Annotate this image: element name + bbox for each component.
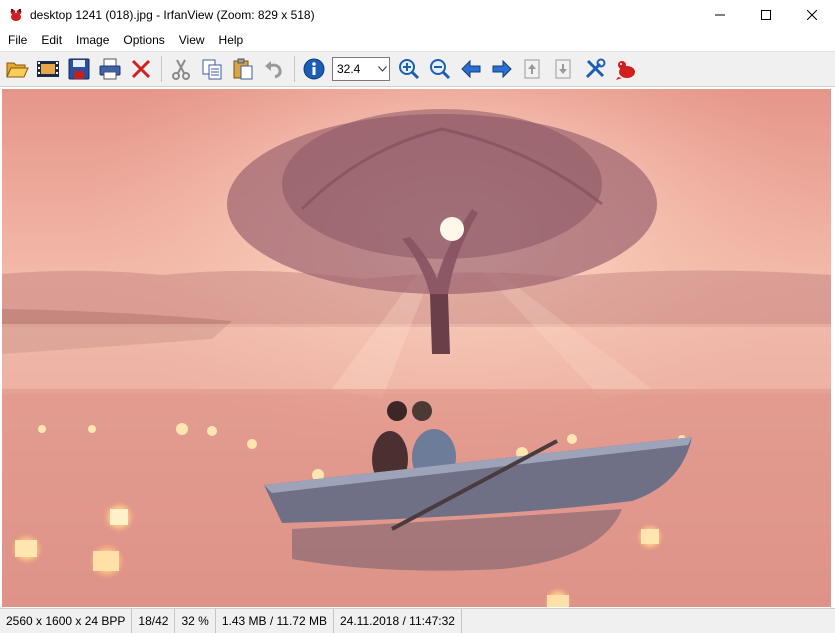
paste-button[interactable] bbox=[228, 54, 258, 84]
last-page-icon bbox=[555, 59, 571, 79]
save-icon bbox=[68, 58, 90, 80]
last-page-button[interactable] bbox=[549, 54, 579, 84]
menu-edit[interactable]: Edit bbox=[34, 30, 69, 51]
displayed-photo bbox=[2, 89, 831, 607]
chevron-down-icon bbox=[375, 66, 389, 72]
status-dimensions: 2560 x 1600 x 24 BPP bbox=[0, 608, 133, 633]
toolbar: 32.4 bbox=[0, 51, 835, 87]
status-datetime: 24.11.2018 / 11:47:32 bbox=[334, 608, 462, 633]
menu-help[interactable]: Help bbox=[212, 30, 251, 51]
window-title: desktop 1241 (018).jpg - IrfanView (Zoom… bbox=[30, 8, 315, 22]
cut-button[interactable] bbox=[166, 54, 196, 84]
status-file-size: 1.43 MB / 11.72 MB bbox=[216, 608, 334, 633]
zoom-in-icon bbox=[399, 59, 420, 80]
cut-icon bbox=[172, 59, 190, 80]
maximize-icon bbox=[761, 10, 771, 20]
copy-button[interactable] bbox=[197, 54, 227, 84]
print-icon bbox=[99, 58, 121, 80]
delete-icon bbox=[131, 59, 151, 79]
slideshow-button[interactable] bbox=[33, 54, 63, 84]
save-button[interactable] bbox=[64, 54, 94, 84]
paste-icon bbox=[233, 58, 253, 80]
copy-icon bbox=[202, 59, 222, 80]
close-button[interactable] bbox=[789, 0, 835, 30]
status-zoom: 32 % bbox=[175, 608, 216, 633]
settings-icon bbox=[585, 58, 606, 79]
window-controls bbox=[697, 0, 835, 30]
zoom-select[interactable]: 32.4 bbox=[332, 57, 390, 81]
next-icon bbox=[492, 59, 512, 79]
info-icon bbox=[303, 58, 325, 80]
minimize-button[interactable] bbox=[697, 0, 743, 30]
first-page-button[interactable] bbox=[518, 54, 548, 84]
toolbar-separator bbox=[161, 56, 162, 82]
menu-file[interactable]: File bbox=[1, 30, 34, 51]
previous-icon bbox=[461, 59, 481, 79]
menu-options[interactable]: Options bbox=[116, 30, 171, 51]
status-index: 18/42 bbox=[132, 608, 176, 633]
open-button[interactable] bbox=[2, 54, 32, 84]
settings-button[interactable] bbox=[580, 54, 610, 84]
menu-bar: File Edit Image Options View Help bbox=[0, 30, 835, 51]
menu-view[interactable]: View bbox=[172, 30, 212, 51]
zoom-out-button[interactable] bbox=[425, 54, 455, 84]
maximize-button[interactable] bbox=[743, 0, 789, 30]
close-icon bbox=[807, 10, 817, 20]
zoom-out-icon bbox=[430, 59, 451, 80]
image-viewport[interactable] bbox=[2, 89, 831, 607]
info-button[interactable] bbox=[299, 54, 329, 84]
menu-image[interactable]: Image bbox=[69, 30, 116, 51]
open-folder-icon bbox=[6, 62, 29, 78]
irfanview-about-icon bbox=[616, 61, 635, 80]
minimize-icon bbox=[715, 14, 725, 16]
slideshow-icon bbox=[37, 61, 59, 77]
status-bar: 2560 x 1600 x 24 BPP 18/42 32 % 1.43 MB … bbox=[0, 608, 835, 633]
next-button[interactable] bbox=[487, 54, 517, 84]
zoom-in-button[interactable] bbox=[394, 54, 424, 84]
toolbar-separator bbox=[294, 56, 295, 82]
previous-button[interactable] bbox=[456, 54, 486, 84]
undo-button[interactable] bbox=[259, 54, 289, 84]
undo-icon bbox=[265, 61, 282, 79]
about-button[interactable] bbox=[611, 54, 641, 84]
title-bar: desktop 1241 (018).jpg - IrfanView (Zoom… bbox=[0, 0, 835, 30]
delete-button[interactable] bbox=[126, 54, 156, 84]
first-page-icon bbox=[524, 59, 540, 79]
irfanview-cat-icon bbox=[8, 7, 24, 23]
zoom-value: 32.4 bbox=[337, 62, 361, 76]
print-button[interactable] bbox=[95, 54, 125, 84]
